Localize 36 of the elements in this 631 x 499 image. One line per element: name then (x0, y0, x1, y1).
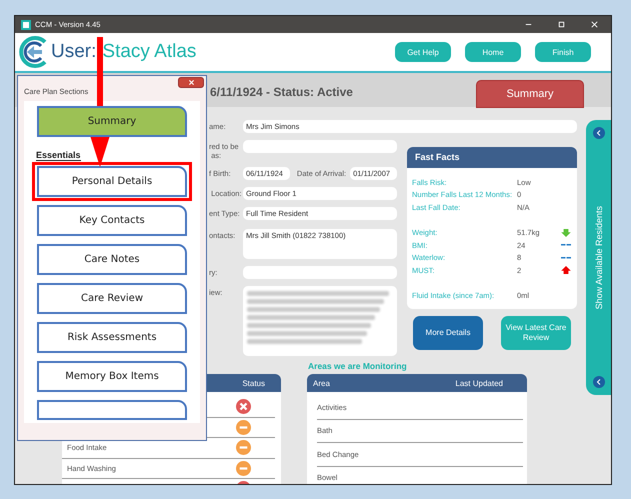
column-header: Status (241, 378, 266, 388)
side-panel-label: Show Available Residents (594, 206, 604, 310)
input-field[interactable] (243, 140, 397, 153)
section-title: Areas we are Monitoring (307, 361, 408, 371)
resident-status: 6/11/1924 - Status: Active (210, 85, 353, 99)
section-button[interactable]: Summary (37, 106, 187, 137)
user-name: Stacy Atlas (102, 41, 196, 63)
down-arrow-icon (561, 228, 571, 237)
chevron-left-icon[interactable] (592, 376, 604, 388)
section-button[interactable]: Memory Box Items (37, 361, 187, 392)
section-button[interactable] (37, 400, 187, 420)
section-button[interactable]: Risk Assessments (37, 322, 187, 353)
minus-status-icon (236, 460, 251, 476)
minus-status-icon (236, 420, 251, 435)
panel-header: Fast Facts (407, 147, 577, 168)
maximize-icon[interactable] (557, 20, 566, 29)
section-button[interactable]: Personal Details (37, 166, 187, 197)
up-arrow-icon (561, 266, 571, 274)
close-icon[interactable] (590, 20, 599, 29)
section-heading: Essentials (36, 150, 81, 161)
section-button[interactable]: Care Review (37, 283, 187, 314)
app-icon (21, 20, 31, 30)
column-header: Area (313, 378, 331, 388)
section-button[interactable]: Key Contacts (37, 205, 187, 236)
chevron-left-icon[interactable] (592, 127, 604, 139)
logo-icon (17, 35, 49, 69)
minus-status-icon (236, 440, 251, 456)
column-header: Last Updated (454, 378, 504, 388)
action-button[interactable]: More Details (413, 316, 483, 350)
user-label: User: (51, 41, 96, 63)
section-button[interactable]: Care Notes (37, 244, 187, 275)
cross-status-icon (236, 399, 251, 414)
close-button[interactable] (178, 77, 204, 88)
close-icon (188, 79, 194, 86)
summary-tab[interactable]: Summary (476, 80, 584, 108)
input-field[interactable] (243, 266, 397, 279)
